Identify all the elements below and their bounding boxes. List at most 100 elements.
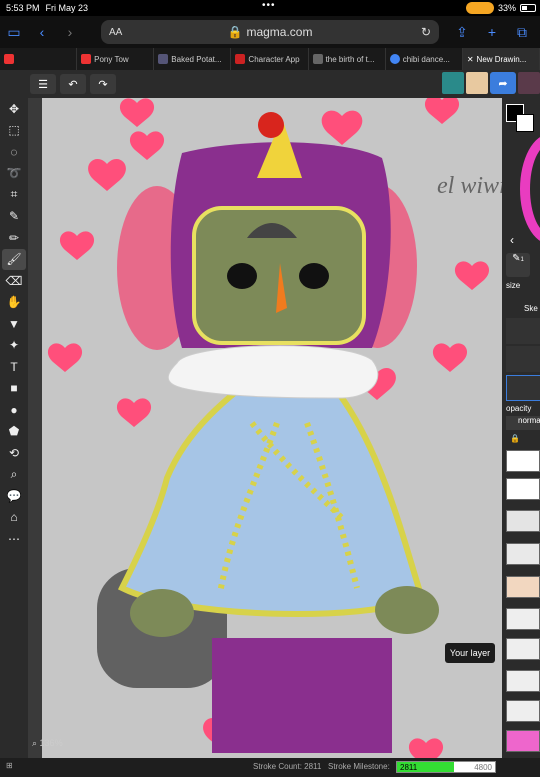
artwork: el wiwi bbox=[47, 98, 502, 758]
circle-icon[interactable]: ● bbox=[2, 399, 26, 421]
browser-toolbar: ▭ ‹ › AA 🔒 magma.com ↻ ⇪ + ⧉ bbox=[0, 16, 540, 48]
right-hand bbox=[375, 586, 439, 634]
zoom-level[interactable]: ⌕ 136% bbox=[32, 738, 63, 749]
fill-bucket-icon[interactable]: ▼ bbox=[2, 313, 26, 335]
tab-strip: Pony Tow Baked Potat... Character App th… bbox=[0, 48, 540, 70]
fur-collar bbox=[167, 345, 379, 399]
crop-icon[interactable]: ⌗ bbox=[2, 184, 26, 206]
collapse-chevron-icon[interactable]: ‹ bbox=[510, 233, 514, 247]
magic-wand-icon[interactable]: ✦ bbox=[2, 335, 26, 357]
rect-select-icon[interactable]: ⬚ bbox=[2, 120, 26, 142]
color-wheel[interactable] bbox=[520, 134, 540, 244]
zoom-value: 136% bbox=[39, 738, 63, 748]
reload-icon[interactable]: ↻ bbox=[421, 25, 431, 39]
user-avatar[interactable] bbox=[518, 72, 540, 94]
right-eye bbox=[299, 263, 329, 289]
blend-mode-select[interactable]: norma bbox=[506, 416, 540, 430]
layer-thumbnail[interactable] bbox=[506, 576, 540, 598]
opacity-label: opacity bbox=[506, 404, 532, 413]
collaborator-avatar[interactable] bbox=[442, 72, 464, 94]
text-icon[interactable]: T bbox=[2, 356, 26, 378]
more-icon[interactable]: ⋯ bbox=[2, 528, 26, 550]
brush-preset[interactable] bbox=[506, 318, 540, 344]
move-tool-icon[interactable]: ✥ bbox=[2, 98, 26, 120]
favicon-icon bbox=[158, 54, 169, 64]
handwritten-note: el wiwi bbox=[437, 173, 502, 199]
share-button[interactable]: ➦ bbox=[490, 72, 516, 94]
forward-icon[interactable]: › bbox=[56, 24, 84, 40]
layer-thumbnail[interactable] bbox=[506, 638, 540, 660]
lock-layer-icon[interactable]: 🔒 bbox=[510, 434, 520, 443]
favicon-icon bbox=[389, 54, 400, 64]
layer-thumbnail[interactable] bbox=[506, 450, 540, 472]
tab-label: Character App bbox=[248, 54, 300, 64]
layer-thumbnail[interactable] bbox=[506, 730, 540, 752]
stroke-progress-bar: 2811 4800 bbox=[396, 761, 496, 773]
tab-0[interactable] bbox=[0, 48, 78, 70]
rectangle-icon[interactable]: ■ bbox=[2, 378, 26, 400]
tab-4[interactable]: the birth of t... bbox=[309, 48, 386, 70]
layer-thumbnail[interactable] bbox=[506, 700, 540, 722]
undo-icon[interactable]: ↶ bbox=[60, 74, 86, 94]
footer-bar: ⊞ Stroke Count: 2811 Stroke Milestone: 2… bbox=[0, 758, 540, 777]
tabs-overview-icon[interactable]: ⧉ bbox=[508, 24, 536, 41]
menu-icon[interactable]: ☰ bbox=[30, 74, 56, 94]
reference-icon[interactable]: ⌂ bbox=[2, 507, 26, 529]
progress-max: 4800 bbox=[474, 763, 492, 772]
comment-icon[interactable]: 💬 bbox=[2, 485, 26, 507]
tool-palette: ✥ ⬚ ◌ ➰ ⌗ ✎ ✏ 🖌 ⌫ ✋ ▼ ✦ T ■ ● ⬟ ⟲ ⌕ 💬 ⌂ … bbox=[0, 98, 28, 758]
back-icon[interactable]: ‹ bbox=[28, 24, 56, 40]
layer-thumbnail[interactable] bbox=[506, 670, 540, 692]
tab-label: the birth of t... bbox=[325, 54, 375, 64]
status-time: 5:53 PM bbox=[6, 3, 40, 13]
smudge-icon[interactable]: ✋ bbox=[2, 292, 26, 314]
brush-icon[interactable]: 🖌 bbox=[2, 248, 26, 270]
favicon-icon bbox=[4, 54, 14, 64]
multitask-dots-icon[interactable]: ••• bbox=[262, 0, 276, 11]
battery-percentage: 33% bbox=[497, 3, 516, 13]
status-bar: 5:53 PM Fri May 23 ••• 33% bbox=[0, 0, 540, 16]
sidebar-toggle-icon[interactable]: ▭ bbox=[0, 24, 28, 41]
close-tab-icon[interactable]: ✕ bbox=[467, 55, 474, 64]
zoom-icon[interactable]: ⌕ bbox=[2, 464, 26, 486]
secondary-color-swatch[interactable] bbox=[516, 114, 534, 132]
layer-thumbnail[interactable] bbox=[506, 510, 540, 532]
paper[interactable]: el wiwi bbox=[42, 98, 502, 758]
brush-preset-selected[interactable] bbox=[506, 375, 540, 401]
favicon-icon bbox=[81, 54, 92, 64]
polygon-icon[interactable]: ⬟ bbox=[2, 421, 26, 443]
microphone-indicator-icon bbox=[465, 2, 494, 14]
tab-1[interactable]: Pony Tow bbox=[77, 48, 155, 70]
layer-thumbnail[interactable] bbox=[506, 608, 540, 630]
redo-icon[interactable]: ↷ bbox=[90, 74, 116, 94]
address-bar[interactable]: AA 🔒 magma.com ↻ bbox=[101, 20, 439, 44]
legs bbox=[212, 638, 392, 753]
layer-thumbnail[interactable] bbox=[506, 478, 540, 500]
tab-6-active[interactable]: ✕ New Drawin... bbox=[462, 48, 540, 70]
layout-icon[interactable]: ⊞ bbox=[6, 761, 13, 770]
url-text: magma.com bbox=[246, 25, 313, 39]
brush-preset[interactable] bbox=[506, 346, 540, 372]
ellipse-select-icon[interactable]: ◌ bbox=[2, 141, 26, 163]
drawing-canvas[interactable]: el wiwi Your layer bbox=[28, 98, 502, 758]
brush-size-icon[interactable]: ✎1 bbox=[506, 253, 530, 277]
tab-2[interactable]: Baked Potat... bbox=[154, 48, 232, 70]
tab-3[interactable]: Character App bbox=[231, 48, 309, 70]
brush-section-label: Ske bbox=[524, 304, 538, 313]
lock-icon: 🔒 bbox=[227, 25, 243, 39]
tab-label: New Drawin... bbox=[476, 54, 527, 64]
tab-5[interactable]: chibi dance... bbox=[386, 48, 463, 70]
rotate-icon[interactable]: ⟲ bbox=[2, 442, 26, 464]
new-tab-icon[interactable]: + bbox=[478, 24, 506, 40]
reader-aa-button[interactable]: AA bbox=[109, 27, 122, 38]
brush-size-value: 1 bbox=[520, 257, 524, 263]
collaborator-avatar[interactable] bbox=[466, 72, 488, 94]
pencil-icon[interactable]: ✏ bbox=[2, 227, 26, 249]
layer-thumbnail[interactable] bbox=[506, 543, 540, 565]
lasso-icon[interactable]: ➰ bbox=[2, 163, 26, 185]
hat-ball bbox=[258, 112, 284, 138]
eraser-icon[interactable]: ⌫ bbox=[2, 270, 26, 292]
zoom-icon: ⌕ bbox=[32, 738, 40, 748]
eyedropper-icon[interactable]: ✎ bbox=[2, 206, 26, 228]
share-icon[interactable]: ⇪ bbox=[448, 24, 476, 41]
